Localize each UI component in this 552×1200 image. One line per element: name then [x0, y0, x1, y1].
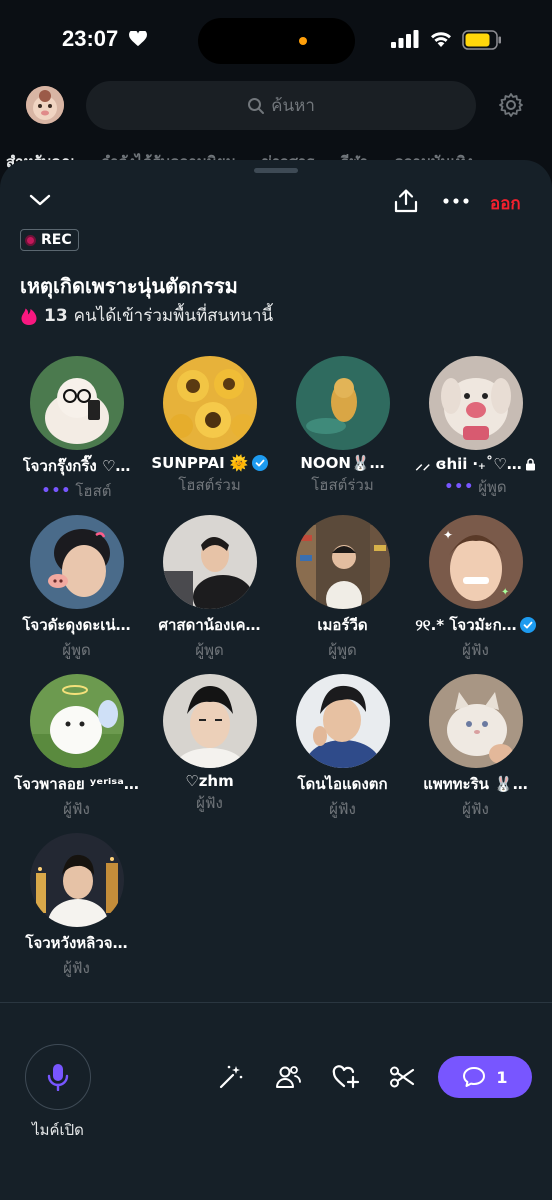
participant-name: ศาสดาน้องเค… [158, 616, 261, 634]
avatar [162, 356, 257, 450]
participant[interactable]: ⸝⸝ ɞhii ‧₊˚♡… ••• ผู้พูด [409, 356, 542, 496]
participant[interactable]: โจวพาลอย ʸᵉʳⁱˢᵃ… ผู้ฟัง [10, 674, 143, 818]
participant-name: NOON🐰… [300, 454, 385, 472]
scissors-icon[interactable] [389, 1064, 415, 1090]
participant-role: ผู้พูด [195, 641, 224, 659]
gear-icon[interactable] [498, 92, 524, 118]
participant-role: ผู้ฟัง [329, 800, 356, 818]
microphone-icon [47, 1064, 69, 1091]
privacy-indicator [299, 37, 307, 45]
magic-wand-icon[interactable] [218, 1064, 244, 1090]
wifi-icon [431, 32, 451, 47]
search-icon [248, 97, 265, 114]
people-icon[interactable] [275, 1064, 301, 1090]
recording-dot-icon [25, 234, 36, 246]
participant-role: โฮสต์ร่วม [311, 476, 374, 494]
avatar [29, 833, 124, 927]
verified-badge-icon [519, 617, 536, 633]
status-bar: 23:07 [0, 0, 552, 82]
participant-role: ผู้พูด [478, 478, 507, 496]
avatar [29, 674, 124, 768]
sheet-grabber[interactable] [254, 168, 298, 173]
participant-role: ผู้พูด [62, 641, 91, 659]
search-bar[interactable]: ค้นหา [86, 81, 476, 130]
participant-role: ผู้ฟัง [462, 800, 489, 818]
verified-badge-icon [251, 455, 268, 471]
participant[interactable]: โจวกรุ๊งกริ๊ง ♡… ••• โฮสต์ [10, 356, 143, 500]
participant-name: เมอร์วีด [317, 616, 368, 634]
search-placeholder: ค้นหา [271, 96, 315, 116]
more-options-icon[interactable] [443, 198, 469, 204]
participant-role: ผู้ฟัง [462, 641, 489, 659]
participant[interactable]: โจวหวังหลิวจ… ผู้ฟัง [10, 833, 143, 977]
participant-role: ผู้ฟัง [196, 794, 223, 812]
divider [0, 1002, 552, 1003]
participant-role: ผู้พูด [328, 641, 357, 659]
recording-label: REC [41, 232, 72, 248]
leave-button[interactable]: ออก [490, 190, 521, 217]
participants-grid: โจวกรุ๊งกริ๊ง ♡… ••• โฮสต์ SUNPPAI 🌞 โฮสต… [10, 356, 542, 977]
participant[interactable]: แพททะริน 🐰… ผู้ฟัง [409, 674, 542, 818]
space-title: เหตุเกิดเพราะนุ่นตัดกรรม [20, 274, 238, 298]
avatar: ✦ ✦ [428, 515, 523, 609]
participant-role: โฮสต์ร่วม [178, 476, 241, 494]
participant[interactable]: NOON🐰… โฮสต์ร่วม [276, 356, 409, 494]
recording-badge: REC [20, 229, 79, 251]
participant[interactable]: โดนไอแดงตก ผู้ฟัง [276, 674, 409, 818]
cellular-signal-icon [391, 30, 419, 48]
mic-status-label: ไมค์เปิด [32, 1121, 84, 1139]
participant-name: ⸝⸝ ɞhii ‧₊˚♡… [415, 455, 522, 473]
avatar [428, 674, 523, 768]
participant-role: ผู้ฟัง [63, 800, 90, 818]
avatar [295, 356, 390, 450]
participant-name: ୨୧.* โจวมัะก… [415, 616, 517, 634]
avatar [295, 515, 390, 609]
participant-name: โจวหวังหลิวจ… [25, 934, 128, 952]
participant[interactable]: SUNPPAI 🌞 โฮสต์ร่วม [143, 356, 276, 494]
profile-avatar[interactable] [26, 86, 64, 124]
svg-text:✦: ✦ [443, 528, 453, 542]
share-icon[interactable] [394, 188, 418, 214]
joined-number: 13 [44, 305, 68, 326]
speaking-indicator-icon: ••• [444, 479, 475, 495]
comment-icon [463, 1067, 486, 1087]
avatar [29, 356, 124, 450]
participant[interactable]: ✦ ✦ ୨୧.* โจวมัะก… ผู้ฟัง [409, 515, 542, 659]
participant-name: โจวดัะดุงดะเน่… [22, 616, 131, 634]
space-sheet: ออก REC เหตุเกิดเพราะนุ่นตัดกรรม 13 คนได… [0, 160, 552, 1200]
heart-plus-icon[interactable] [332, 1064, 360, 1090]
status-time: 23:07 [62, 26, 119, 51]
mic-button[interactable] [25, 1044, 91, 1110]
speaking-indicator-icon: ••• [41, 483, 72, 499]
fire-icon [21, 308, 37, 325]
avatar [29, 515, 124, 609]
lock-icon [525, 458, 535, 470]
joined-text: คนได้เข้าร่วมพื้นที่สนทนานี้ [73, 306, 274, 326]
participant-name: ♡zhm [185, 772, 234, 790]
participant[interactable]: โจวดัะดุงดะเน่… ผู้พูด [10, 515, 143, 659]
participant[interactable]: ♡zhm ผู้ฟัง [143, 674, 276, 812]
participant-name: โดนไอแดงตก [297, 775, 388, 793]
comments-button[interactable]: 1 [438, 1056, 532, 1098]
joined-count: 13 คนได้เข้าร่วมพื้นที่สนทนานี้ [20, 302, 273, 329]
participant-name: โจวพาลอย ʸᵉʳⁱˢᵃ… [14, 775, 139, 793]
participant[interactable]: เมอร์วีด ผู้พูด [276, 515, 409, 659]
participant-name: SUNPPAI 🌞 [151, 454, 249, 472]
svg-text:✦: ✦ [501, 587, 509, 598]
dynamic-island [198, 18, 355, 64]
avatar [162, 515, 257, 609]
avatar [295, 674, 390, 768]
chevron-down-icon[interactable] [28, 192, 52, 208]
avatar [428, 356, 523, 450]
participant[interactable]: ศาสดาน้องเค… ผู้พูด [143, 515, 276, 659]
participant-name: แพททะริน 🐰… [423, 775, 528, 793]
comment-count: 1 [496, 1067, 508, 1087]
heart-icon [129, 31, 147, 47]
participant-role: โฮสต์ [75, 482, 112, 500]
battery-icon [462, 30, 501, 50]
participant-role: ผู้ฟัง [63, 959, 90, 977]
participant-name: โจวกรุ๊งกริ๊ง ♡… [22, 457, 131, 475]
avatar [162, 674, 257, 768]
